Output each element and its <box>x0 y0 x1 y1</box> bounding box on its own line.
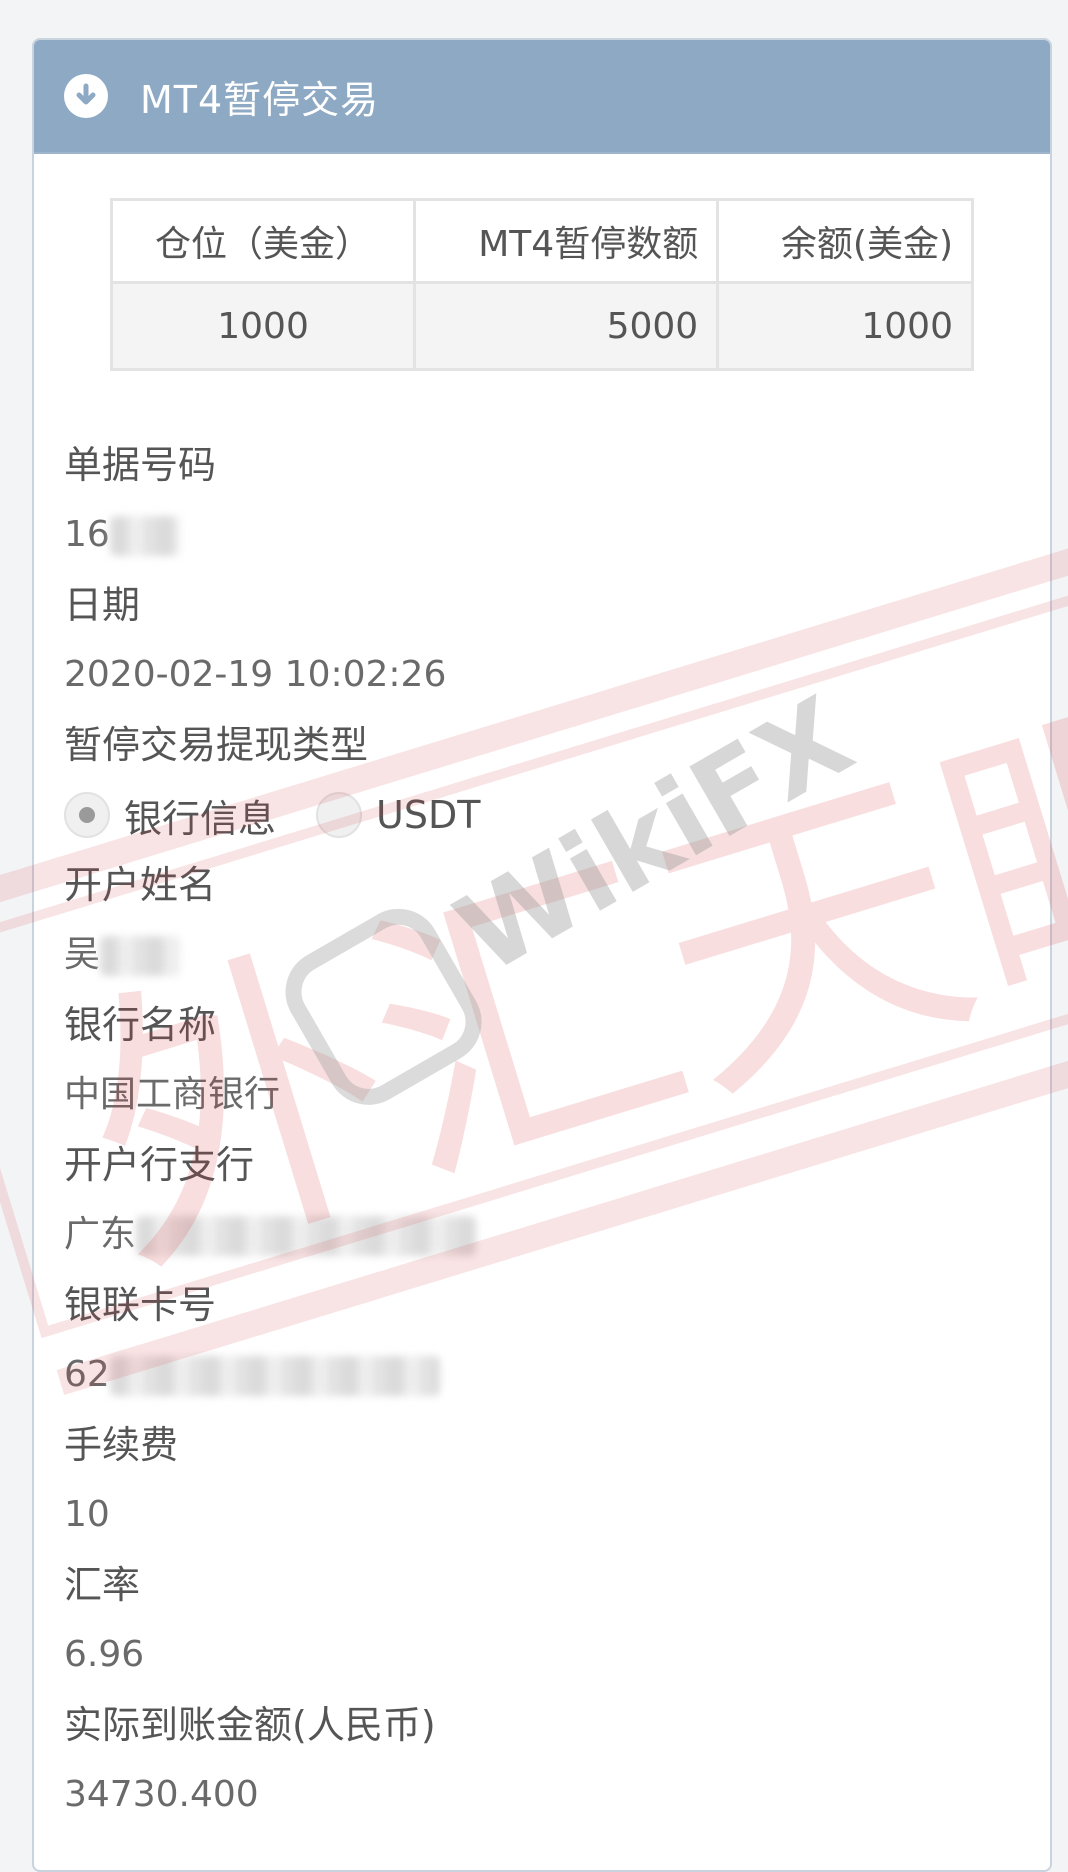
withdraw-type-radio-group: 银行信息 USDT <box>64 780 1004 850</box>
cell-position: 1000 <box>109 281 417 371</box>
detail-fields: 单据号码 16 日期 2020-02-19 10:02:26 暂停交易提现类型 … <box>64 430 1004 1830</box>
actual-amount-label: 实际到账金额(人民币) <box>64 1703 436 1747</box>
date-label: 日期 <box>64 583 141 627</box>
date-value: 2020-02-19 10:02:26 <box>64 654 447 695</box>
rate-label: 汇率 <box>64 1563 141 1607</box>
branch-value: 广东 <box>64 1200 1004 1270</box>
branch-label: 开户行支行 <box>64 1143 255 1187</box>
bank-name-value: 中国工商银行 <box>64 1074 281 1115</box>
receipt-no-label: 单据号码 <box>64 443 217 487</box>
redaction-blur <box>100 936 181 976</box>
actual-amount-value: 34730.400 <box>64 1774 259 1815</box>
receipt-no-value: 16 <box>64 500 1004 570</box>
column-header-balance: 余额(美金) <box>716 198 974 284</box>
redaction-blur <box>109 516 180 556</box>
card-no-label: 银联卡号 <box>64 1283 217 1327</box>
redaction-blur <box>109 1356 440 1396</box>
fee-label: 手续费 <box>64 1423 179 1467</box>
radio-usdt[interactable] <box>316 792 363 838</box>
fee-value: 10 <box>64 1494 110 1535</box>
card-no-text: 62 <box>64 1354 110 1395</box>
bank-name-label: 银行名称 <box>64 1003 217 1047</box>
table-row: 1000 5000 1000 <box>109 281 974 371</box>
withdraw-type-label: 暂停交易提现类型 <box>64 723 369 767</box>
cell-balance: 1000 <box>716 281 974 371</box>
account-name-label: 开户姓名 <box>64 863 217 907</box>
radio-bank-info[interactable] <box>64 792 110 838</box>
panel-header[interactable]: MT4暂停交易 <box>34 40 1050 154</box>
account-name-text: 吴 <box>64 934 101 975</box>
rate-value: 6.96 <box>64 1634 145 1675</box>
branch-text: 广东 <box>64 1214 137 1255</box>
radio-selected-dot <box>79 807 95 823</box>
column-header-amount: MT4暂停数额 <box>413 198 720 284</box>
account-name-value: 吴 <box>64 920 1004 990</box>
arrow-down-circle-icon <box>64 74 108 118</box>
radio-bank-info-label[interactable]: 银行信息 <box>124 788 276 843</box>
card-no-value: 62 <box>64 1340 1004 1410</box>
summary-table: 仓位（美金） MT4暂停数额 余额(美金) 1000 5000 1000 <box>109 198 974 371</box>
column-header-position: 仓位（美金） <box>109 198 417 284</box>
table-header-row: 仓位（美金） MT4暂停数额 余额(美金) <box>109 198 974 284</box>
cell-amount: 5000 <box>413 281 720 371</box>
withdrawal-panel: MT4暂停交易 仓位（美金） MT4暂停数额 余额(美金) 1000 5000 … <box>32 38 1052 1872</box>
redaction-blur <box>136 1216 477 1256</box>
receipt-no-text: 16 <box>64 514 110 555</box>
panel-title: MT4暂停交易 <box>140 77 380 122</box>
radio-usdt-label[interactable]: USDT <box>376 793 480 837</box>
